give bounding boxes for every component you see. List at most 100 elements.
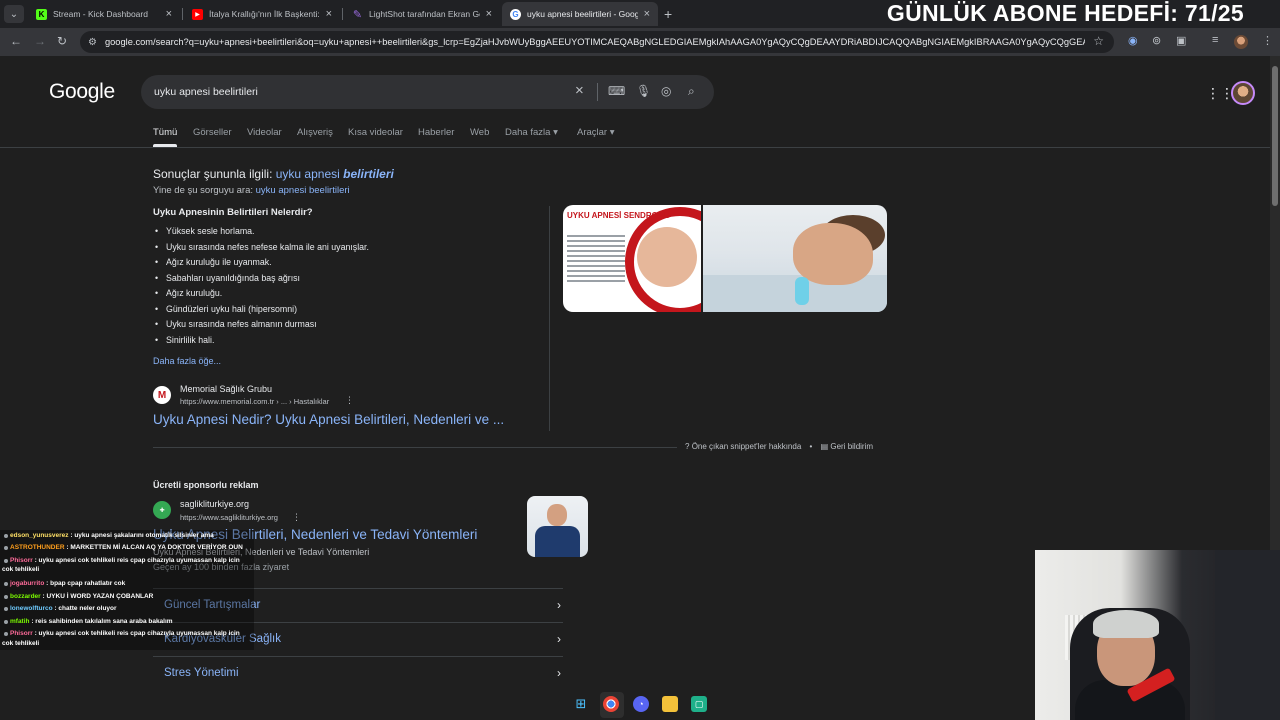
tab-all[interactable]: Tümü [153,127,177,138]
windows-start-icon[interactable]: ⊞ [573,696,589,712]
chat-user: lonewolfturco [10,605,53,612]
tab-short-videos[interactable]: Kısa videolar [348,127,403,138]
close-icon[interactable]: × [326,8,332,20]
original-query-link[interactable]: uyku apnesi beelirtileri [256,185,350,196]
back-icon[interactable]: ← [10,34,22,48]
corrected-query-link[interactable]: uyku apnesi belirtileri [276,167,394,181]
google-logo[interactable]: Google [49,80,115,104]
taskbar: ⊞ ◔ ▢ [560,690,720,720]
address-url[interactable]: google.com/search?q=uyku+apnesi+beelirti… [105,37,1085,47]
about-snippets-link[interactable]: Öne çıkan snippet'ler hakkında [692,442,802,451]
chat-text: cok tehlikeli [2,566,40,573]
reload-icon[interactable]: ↻ [57,34,67,48]
list-item: Ağız kuruluğu. [155,288,369,304]
sponsor-name[interactable]: saglikliturkiye.org [180,499,249,509]
tab-news[interactable]: Haberler [418,127,454,138]
more-options-icon[interactable]: ⋮ [292,512,301,523]
sitelink-stress[interactable]: Stres Yönetimi › [153,656,563,689]
tab-google-search[interactable]: G uyku apnesi beelirtileri - Google × [502,2,658,26]
sponsor-favicon[interactable]: ✚ [153,501,171,519]
chat-message: edson_yunusverez : uyku apnesi şakaların… [2,532,214,541]
chat-user: bozzarder [10,593,41,600]
microphone-icon[interactable]: 🎙 [636,84,651,98]
youtube-icon: ▶ [192,8,203,20]
tab-title: İtalya Krallığı'nın İlk Başkenti: To [209,9,320,19]
discord-icon[interactable]: ◔ [633,696,649,712]
result-title-link[interactable]: Uyku Apnesi Nedir? Uyku Apnesi Belirtile… [153,412,504,427]
app-icon[interactable]: ▢ [691,696,707,712]
sponsor-url[interactable]: https://www.saglikliturkiye.org [180,513,278,522]
tab-tools-label: Araçlar [577,127,608,138]
close-icon[interactable]: × [486,8,492,20]
tab-tools[interactable]: Araçlar ▾ [577,127,615,138]
chat-message: Phisorr : uyku apnesi cok tehlikeli reis… [2,557,240,566]
browser-profile-avatar[interactable] [1234,35,1248,49]
corrected-query-bold: belirtileri [343,167,394,181]
account-avatar[interactable] [1231,81,1255,105]
sitelink-label: Stres Yönetimi [164,667,239,679]
extension-icon[interactable]: ⊚ [1152,34,1161,47]
forward-icon[interactable]: → [34,34,46,48]
tab-youtube[interactable]: ▶ İtalya Krallığı'nın İlk Başkenti: To × [184,2,340,26]
browser-menu-icon[interactable]: ⋮ [1262,34,1273,47]
bookmark-star-icon[interactable]: ☆ [1093,34,1104,48]
chat-message: lonewolfturco : chatte neler oluyor [2,605,117,614]
memorial-favicon[interactable]: M [153,386,171,404]
close-icon[interactable]: × [644,8,650,20]
google-apps-icon[interactable]: ⋮⋮ [1206,85,1234,102]
ad-thumbnail[interactable] [527,496,588,557]
search-icon[interactable]: ⌕ [688,84,695,99]
tab-shopping[interactable]: Alışveriş [297,127,333,138]
snippet-image-sleeping-man[interactable] [703,205,887,312]
snippet-list: Yüksek sesle horlama. Uyku sırasında nef… [155,226,369,351]
list-item: Yüksek sesle horlama. [155,226,369,242]
address-bar[interactable]: ⚙ google.com/search?q=uyku+apnesi+beelir… [80,31,1114,53]
close-icon[interactable]: × [166,8,172,20]
puzzle-icon[interactable]: ▣ [1176,34,1186,47]
chat-message: jogaburrito : bpap cpap rahatlatır cok [2,580,125,589]
chat-message: cok tehlikeli [2,566,39,575]
chat-text: : uyku apnesi şakalarını otomatik silsin… [70,532,214,539]
tab-kick-dashboard[interactable]: K Stream - Kick Dashboard × [28,2,180,26]
search-box[interactable]: uyku apnesi beelirtileri × ⌨ 🎙 ◎ ⌕ [141,75,714,109]
lens-camera-icon[interactable]: ◎ [661,84,671,98]
tab-images[interactable]: Görseller [193,127,232,138]
chat-user: ASTROTHUNDER [10,544,65,551]
chat-message: bozzarder : UYKU İ WORD YAZAN ÇOBANLAR [2,593,153,602]
chat-message: Phisorr : uyku apnesi cok tehlikeli reis… [2,630,240,639]
tab-search-button[interactable]: ⌄ [4,5,24,23]
chat-text: : uyku apnesi cok tehlikeli reis cpap ci… [34,557,240,564]
source-name[interactable]: Memorial Sağlık Grubu [180,384,272,394]
tab-lightshot[interactable]: ✎ LightShot tarafından Ekran Gör × [344,2,500,26]
chat-message: cok tehlikeli [2,640,39,649]
clear-icon[interactable]: × [575,82,584,99]
more-options-icon[interactable]: ⋮ [345,395,354,406]
tab-web[interactable]: Web [470,127,489,138]
chat-text: : UYKU İ WORD YAZAN ÇOBANLAR [42,593,154,600]
cast-icon[interactable]: ◉ [1128,34,1138,47]
chat-user: Phisorr [10,630,33,637]
snippet-image-infographic[interactable]: UYKU APNESİ SENDROMU [563,205,701,312]
feedback-icon: ▤ [820,442,829,451]
list-item: Uyku sırasında nefes almanın durması [155,319,369,335]
keyboard-icon[interactable]: ⌨ [608,84,625,98]
tab-videos[interactable]: Videolar [247,127,282,138]
source-url[interactable]: https://www.memorial.com.tr › ... › Hast… [180,397,329,406]
site-info-icon[interactable]: ⚙ [88,37,97,48]
new-tab-icon[interactable]: + [664,6,672,22]
tab-title: Stream - Kick Dashboard [53,9,148,19]
chevron-right-icon: › [557,598,561,612]
folder-icon[interactable] [662,696,678,712]
search-input[interactable]: uyku apnesi beelirtileri [154,86,258,98]
chat-user: Phisorr [10,557,33,564]
more-items-link[interactable]: Daha fazla öğe... [153,356,221,366]
reading-list-icon[interactable]: ≡ [1212,34,1218,46]
list-item: Sinirlilik hali. [155,335,369,351]
chrome-icon[interactable] [603,696,619,712]
spelling-prefix: Sonuçlar şununla ilgili: [153,167,273,181]
chat-text: : MARKETTEN Mİ ALCAN AQ YA DOKTOR VERİYO… [66,544,243,551]
tab-more[interactable]: Daha fazla ▾ [505,127,558,138]
feedback-link[interactable]: Geri bildirim [830,442,873,451]
chat-user: edson_yunusverez [10,532,69,539]
scrollbar-thumb[interactable] [1272,66,1278,206]
